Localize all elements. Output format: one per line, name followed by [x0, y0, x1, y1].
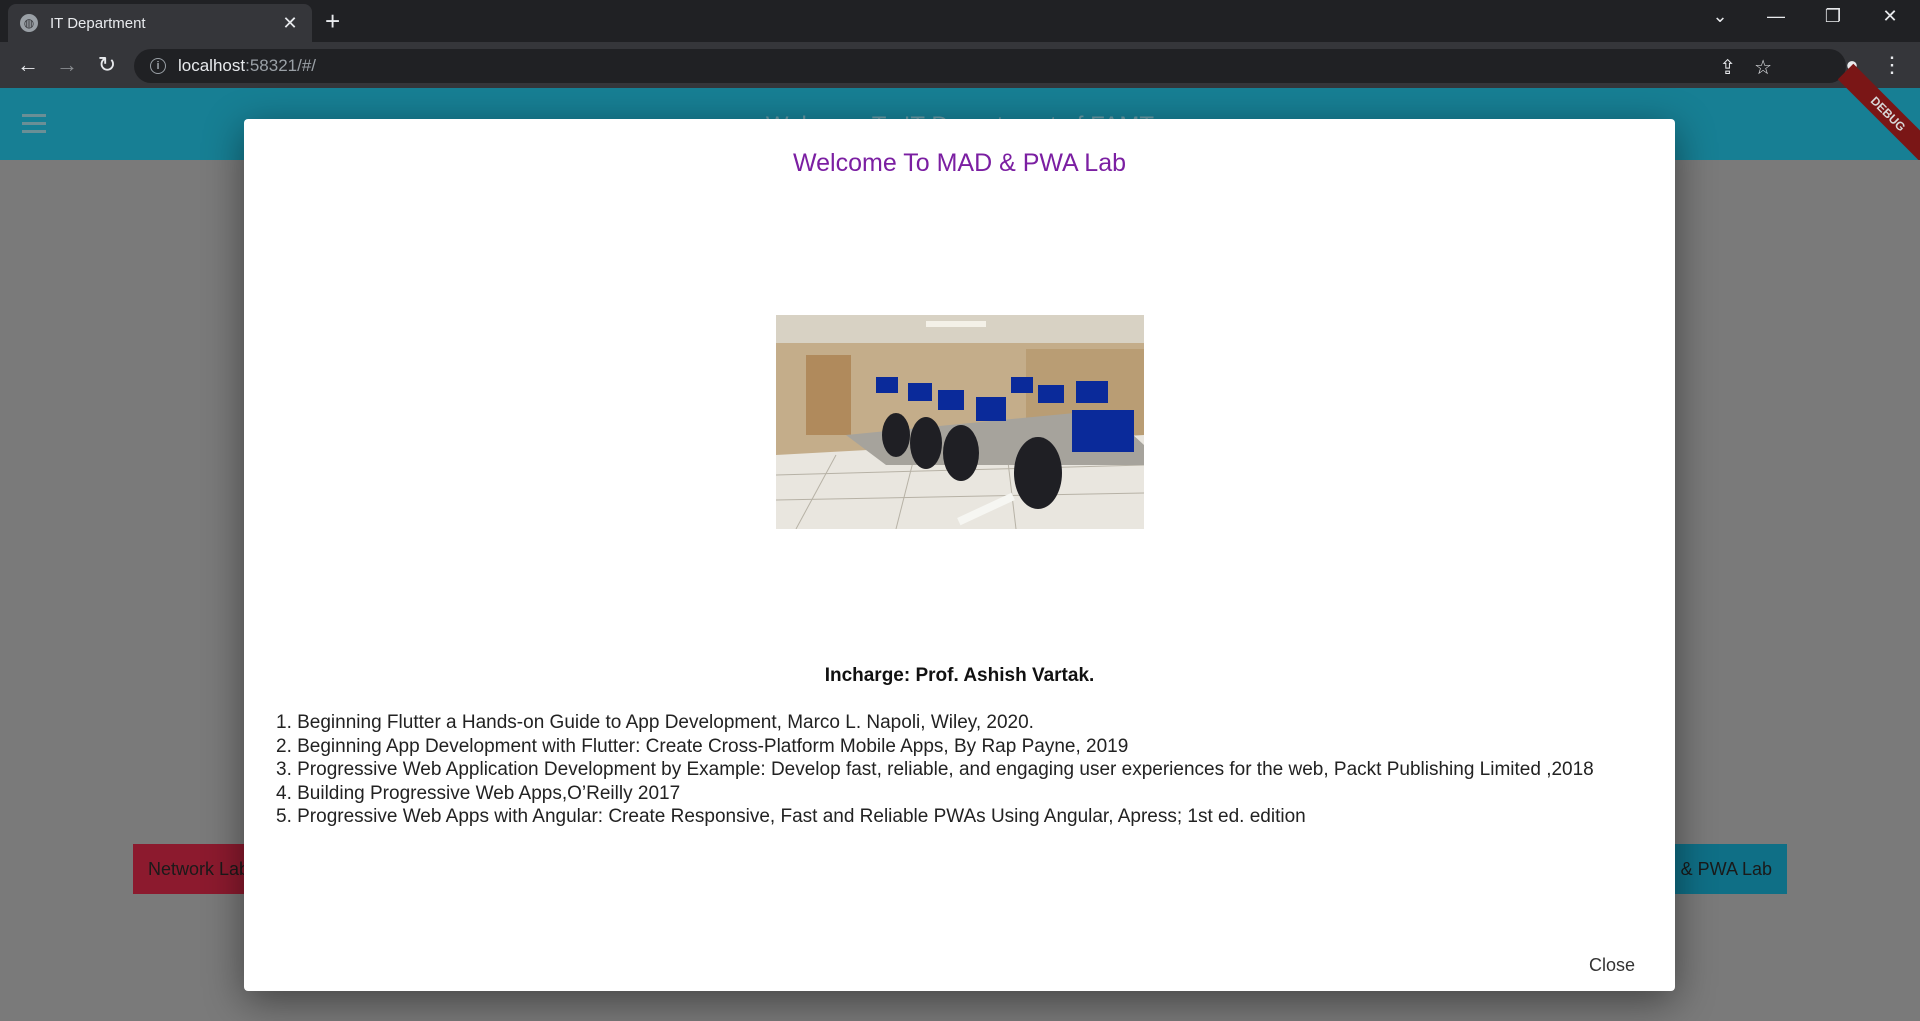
close-tab-icon[interactable]: ✕	[280, 13, 300, 34]
back-icon[interactable]: ←	[14, 51, 42, 79]
list-item: 1. Beginning Flutter a Hands-on Guide to…	[276, 712, 1034, 733]
list-item: 5. Progressive Web Apps with Angular: Cr…	[276, 806, 1306, 828]
minimize-icon[interactable]: —	[1756, 6, 1796, 27]
tab-search-icon[interactable]: ⌄	[1700, 6, 1740, 27]
computer-lab-image	[776, 315, 1144, 529]
share-icon[interactable]: ⇪	[1719, 55, 1736, 80]
restore-icon[interactable]: ❐	[1813, 6, 1853, 27]
globe-icon: ◍	[20, 14, 38, 32]
tab-title: IT Department	[50, 14, 146, 32]
browser-toolbar: ← → ↻ i localhost:58321/#/ ⇪ ☆ ● ⋮	[0, 42, 1920, 88]
incharge-text: Incharge: Prof. Ashish Vartak.	[824, 665, 1095, 686]
list-item: 3. Progressive Web Application Developme…	[276, 759, 1594, 781]
reference-books-list: 1. Beginning Flutter a Hands-on Guide to…	[276, 711, 1594, 829]
close-button[interactable]: Close	[1589, 955, 1635, 976]
info-icon[interactable]: i	[150, 58, 166, 74]
menu-kebab-icon[interactable]: ⋮	[1878, 51, 1906, 79]
close-window-icon[interactable]: ✕	[1870, 6, 1910, 27]
forward-icon[interactable]: →	[53, 51, 81, 79]
list-item: 2. Beginning App Development with Flutte…	[276, 735, 1129, 757]
url-path: :58321/#/	[245, 56, 317, 75]
browser-tab[interactable]: ◍ IT Department ✕	[8, 4, 312, 42]
new-tab-icon[interactable]: +	[325, 8, 340, 34]
bookmark-star-icon[interactable]: ☆	[1754, 55, 1772, 80]
reload-icon[interactable]: ↻	[93, 51, 121, 79]
lab-info-dialog: Welcome To MAD & PWA Lab Incharge: Prof.…	[244, 119, 1675, 991]
dialog-title: Welcome To MAD & PWA Lab	[793, 149, 1126, 177]
browser-tab-strip: ◍ IT Department ✕ + ⌄ — ❐ ✕	[0, 0, 1920, 42]
address-bar[interactable]: i localhost:58321/#/ ⇪ ☆	[134, 49, 1846, 83]
url-host: localhost	[178, 56, 246, 75]
list-item: 4. Building Progressive Web Apps,O’Reill…	[276, 782, 681, 804]
